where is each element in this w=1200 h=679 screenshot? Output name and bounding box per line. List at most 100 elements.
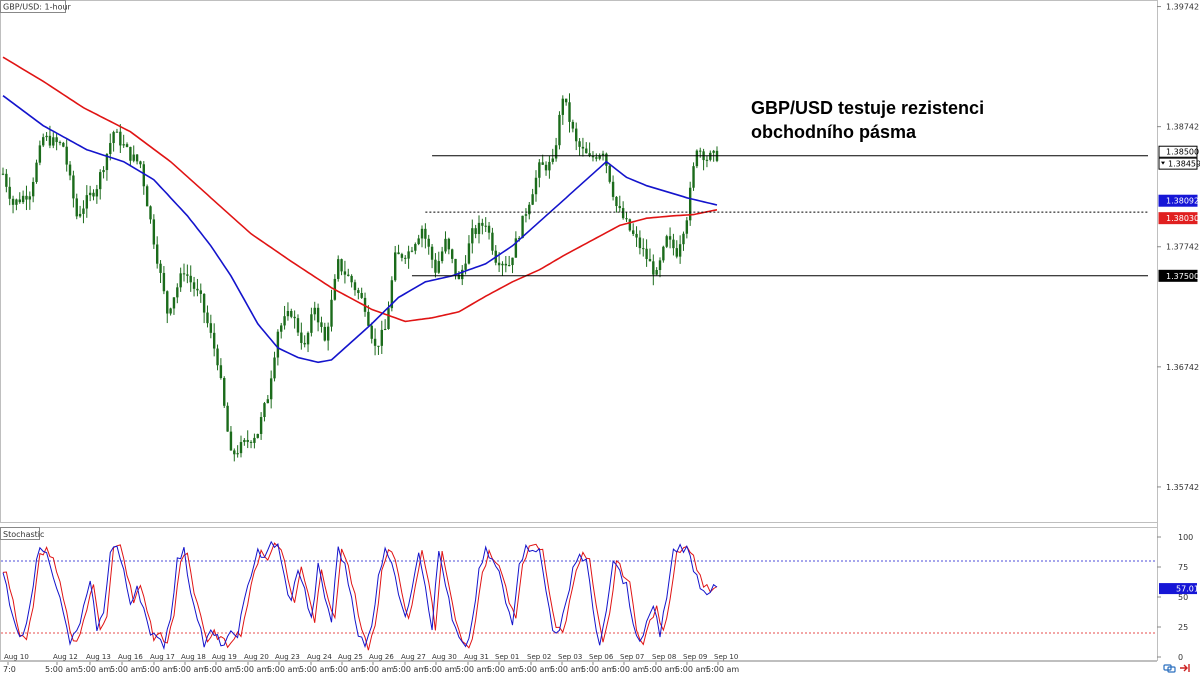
stochastic-current-label-text: 57.01: [1176, 585, 1199, 594]
candle-body: [310, 314, 313, 333]
candle-body: [112, 132, 115, 144]
candle-body: [35, 162, 38, 182]
candle-body: [628, 219, 632, 231]
candle-body: [595, 157, 598, 159]
candle-body: [38, 145, 42, 163]
candle-body: [568, 102, 571, 122]
candle-body: [487, 225, 491, 233]
time-axis-date-label: Aug 23: [275, 653, 300, 661]
candle-body: [5, 173, 8, 187]
stochastic-axis-label: 100: [1178, 533, 1193, 542]
candle-body: [454, 258, 457, 275]
candle-body: [665, 236, 668, 247]
candle-body: [668, 236, 672, 240]
candle-body: [256, 433, 259, 438]
candle-body: [682, 233, 685, 245]
candle-body: [192, 282, 196, 289]
candle-body: [129, 146, 132, 161]
sync-icon[interactable]: [1163, 664, 1176, 673]
candle-body: [353, 282, 357, 291]
candle-body: [233, 450, 236, 455]
price-axis-label: 1.36742: [1166, 363, 1199, 372]
candle-body: [414, 244, 417, 251]
candle-body: [631, 230, 635, 234]
candle-body: [457, 274, 461, 280]
candle-body: [169, 308, 172, 314]
annotation-line-1: GBP/USD testuje rezistenci: [751, 98, 984, 118]
candle-body: [407, 251, 410, 259]
candle-body: [28, 196, 32, 200]
candle-body: [450, 249, 454, 259]
time-axis-time-label: 5:00 am: [299, 665, 332, 674]
candle-body: [611, 181, 615, 197]
symbol-label: GBP/USD: 1-hour: [3, 3, 72, 12]
candle-body: [48, 135, 52, 146]
time-axis-time-label: 5:00 am: [612, 665, 645, 674]
time-axis-date-label: Aug 10: [4, 653, 29, 661]
time-axis-time-label: 5:00 am: [456, 665, 489, 674]
candle-body: [561, 98, 565, 115]
candle-body: [31, 181, 35, 197]
time-axis-time-label: 5:00 am: [706, 665, 739, 674]
candle-body: [88, 192, 92, 196]
candle-body: [497, 262, 501, 266]
candle-body: [72, 175, 75, 199]
candle-body: [330, 299, 333, 327]
scroll-to-end-icon[interactable]: [1180, 664, 1190, 672]
candle-body: [179, 273, 182, 288]
time-axis-time-label: 5:00 am: [236, 665, 269, 674]
stochastic-layer: [1, 540, 1157, 651]
candle-body: [216, 348, 219, 366]
candle-body: [387, 308, 390, 330]
candle-body: [430, 246, 434, 260]
candle-body: [383, 329, 387, 331]
time-axis-time-label: 5:00 am: [142, 665, 175, 674]
candle-body: [541, 162, 544, 165]
candle-body: [564, 98, 568, 103]
candle-body: [320, 322, 323, 327]
candle-body: [474, 228, 477, 235]
candle-body: [397, 252, 400, 255]
candle-body: [280, 325, 283, 332]
candle-body: [709, 152, 712, 160]
time-axis-date-label: Aug 26: [369, 653, 394, 661]
candle-body: [176, 287, 179, 298]
candle-body: [62, 142, 65, 147]
candle-body: [82, 208, 85, 214]
time-axis-date-label: Sep 09: [683, 653, 707, 661]
candle-body: [340, 259, 343, 272]
candle-body: [417, 238, 420, 245]
candle-body: [343, 271, 347, 275]
candle-body: [444, 238, 447, 252]
time-axis-time-label: 5:00 am: [519, 665, 552, 674]
candle-body: [212, 332, 216, 349]
candle-body: [575, 128, 578, 142]
time-axis-time-label: 5:00 am: [267, 665, 300, 674]
candle-body: [648, 259, 652, 262]
time-axis-date-label: Sep 02: [527, 653, 551, 661]
candle-body: [507, 265, 511, 267]
time-axis-time-label: 5:00 am: [204, 665, 237, 674]
candle-body: [276, 331, 280, 358]
candle-body: [139, 161, 142, 165]
price-axis-label: 1.35742: [1166, 483, 1199, 492]
candle-body: [132, 154, 135, 161]
candle-body: [437, 261, 440, 273]
candle-body: [259, 417, 263, 434]
stochastic-axis-label: 75: [1178, 563, 1188, 572]
candle-body: [306, 332, 310, 345]
candle-body: [544, 164, 548, 171]
candle-body: [347, 274, 350, 276]
candle-body: [491, 232, 494, 251]
candle-body: [581, 146, 585, 149]
stochastic-axis-label: 25: [1178, 623, 1188, 632]
candle-body: [615, 196, 618, 207]
candle-body: [427, 238, 430, 247]
candle-body: [367, 311, 370, 326]
time-axis-date-label: Aug 19: [212, 653, 237, 661]
ma-slow-line: [2, 56, 718, 323]
time-axis-time-label: 5:00 am: [644, 665, 677, 674]
candle-body: [662, 246, 665, 261]
price-current-label: 1.38500: [1158, 145, 1199, 158]
candle-body: [119, 131, 122, 146]
